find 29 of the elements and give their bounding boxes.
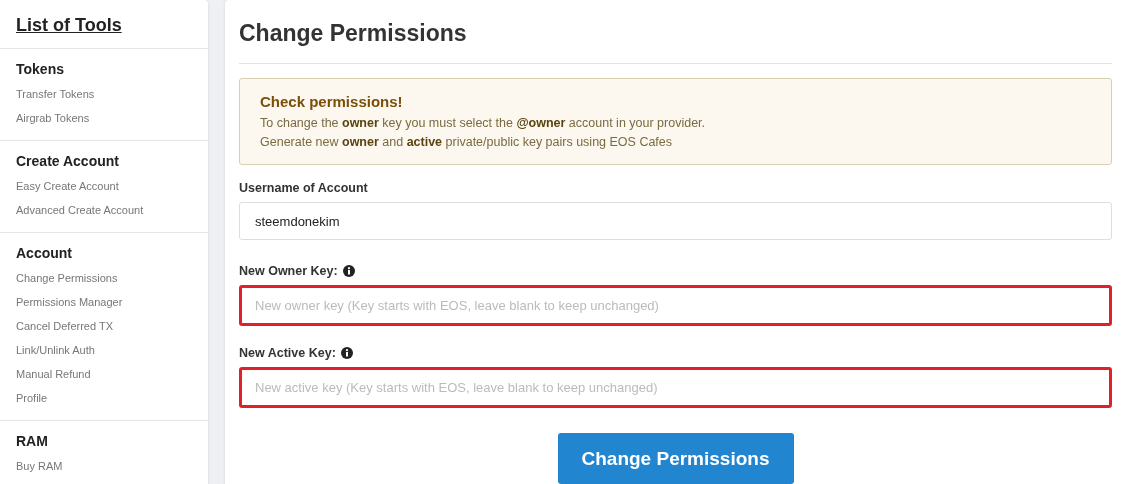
sidebar-link[interactable]: Profile <box>16 386 192 410</box>
input-field[interactable]: New owner key (Key starts with EOS, leave blank to keep unchanged) <box>239 285 1112 326</box>
sidebar-link[interactable]: Link/Unlink Auth <box>16 338 192 362</box>
sidebar-link[interactable]: Easy Create Account <box>16 174 192 198</box>
sidebar-link[interactable]: Permissions Manager <box>16 290 192 314</box>
sidebar-link[interactable]: Manual Refund <box>16 362 192 386</box>
alert-text: Generate new owner and active private/public key pairs using EOS Cafes <box>260 134 674 151</box>
sidebar-link[interactable]: Buy RAM <box>16 454 192 478</box>
section-heading: Account <box>16 245 73 261</box>
section-heading: Tokens <box>16 61 65 77</box>
sidebar-link[interactable]: Cancel Deferred TX <box>16 314 192 338</box>
input-field[interactable]: steemdonekim <box>239 202 1112 240</box>
field-label: Username of Account <box>239 181 368 195</box>
sidebar-link[interactable]: Airgrab Tokens <box>16 106 192 130</box>
info-icon <box>342 265 355 277</box>
input-field[interactable]: New active key (Key starts with EOS, leave blank to keep unchanged) <box>239 367 1112 408</box>
field-label: New Active Key: <box>239 346 336 360</box>
field-label: New Owner Key: <box>239 264 338 278</box>
section-heading: RAM <box>16 433 49 449</box>
info-icon <box>340 347 353 359</box>
sidebar-link[interactable]: Change Permissions <box>16 266 192 290</box>
change-permissions-button[interactable]: Change Permissions <box>557 433 794 484</box>
section-heading: Create Account <box>16 153 120 169</box>
sidebar-title: List of Tools <box>0 0 208 49</box>
sidebar-link[interactable]: Transfer Tokens <box>16 82 192 106</box>
sidebar-link[interactable]: Advanced Create Account <box>16 198 192 222</box>
page-title: Change Permissions <box>239 20 1112 64</box>
alert-text: To change the owner key you must select the @owner account in your provider. <box>260 115 707 132</box>
alert-title: Check permissions! <box>260 93 404 110</box>
